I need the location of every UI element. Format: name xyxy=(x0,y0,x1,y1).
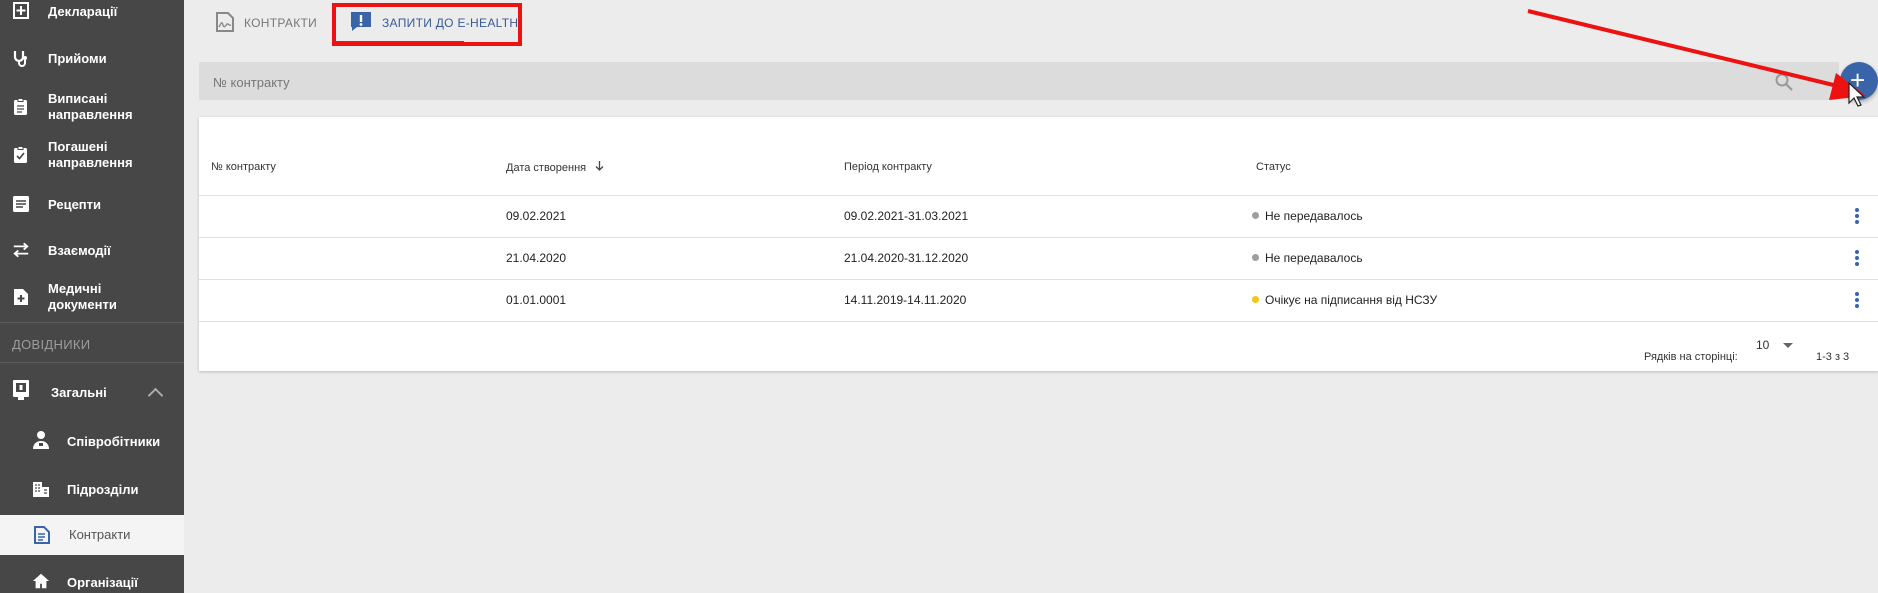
search-input[interactable] xyxy=(211,71,1715,93)
status-dot-gray xyxy=(1252,254,1259,261)
declaration-plus-icon xyxy=(12,2,30,20)
cell-contract-period: 21.04.2020-31.12.2020 xyxy=(844,251,969,265)
sidebar-item-label: Співробітники xyxy=(67,434,161,449)
cell-status: Очікує на підписання від НСЗУ xyxy=(1252,293,1437,307)
row-menu-icon[interactable] xyxy=(1855,208,1859,226)
sidebar-item-label: Рецепти xyxy=(48,197,102,212)
sidebar-item-divisions[interactable]: Підрозділи xyxy=(0,475,184,503)
rows-per-page-value: 10 xyxy=(1756,338,1770,352)
sidebar: Декларації Прийоми Виписані направлення … xyxy=(0,0,184,593)
tab-contracts[interactable]: КОНТРАКТИ xyxy=(216,8,317,38)
cell-status: Не передавалось xyxy=(1252,251,1363,265)
sidebar-item-label: Медичні документи xyxy=(48,281,117,312)
division-building-icon xyxy=(32,480,50,498)
sidebar-item-label: Підрозділи xyxy=(67,482,139,497)
contract-document-icon xyxy=(33,526,51,544)
stethoscope-icon xyxy=(12,49,30,67)
table-row[interactable]: 09.02.2021 09.02.2021-31.03.2021 Не пере… xyxy=(199,195,1878,238)
row-menu-icon[interactable] xyxy=(1855,292,1859,310)
sidebar-item-label: Загальні xyxy=(51,385,107,400)
medical-document-icon xyxy=(12,288,30,306)
sidebar-item-redeemed-referrals[interactable]: Погашені направлення xyxy=(0,136,184,174)
sidebar-item-medical-documents[interactable]: Медичні документи xyxy=(0,278,184,316)
cell-created-date: 21.04.2020 xyxy=(506,251,567,265)
dropdown-arrow-icon xyxy=(1783,342,1794,348)
contract-signature-icon xyxy=(216,11,234,35)
sidebar-item-label: Контракти xyxy=(69,527,131,542)
general-reference-icon xyxy=(12,380,30,400)
pagination-range: 1-3 з 3 xyxy=(1816,351,1850,363)
contracts-requests-table: № контракту Дата створення Період контра… xyxy=(199,117,1878,371)
status-dot-yellow xyxy=(1252,296,1259,303)
tab-label: КОНТРАКТИ xyxy=(244,16,318,30)
sidebar-section-header: ДОВІДНИКИ xyxy=(12,337,91,352)
sidebar-item-employees[interactable]: Співробітники xyxy=(0,427,184,455)
sidebar-divider xyxy=(0,322,184,323)
referral-redeemed-icon xyxy=(12,146,30,164)
sidebar-divider xyxy=(0,362,184,363)
sidebar-item-label: Виписані направлення xyxy=(48,91,133,122)
rows-per-page-select[interactable]: 10 xyxy=(1756,338,1794,352)
employee-icon xyxy=(32,431,50,449)
table-row[interactable]: 21.04.2020 21.04.2020-31.12.2020 Не пере… xyxy=(199,237,1878,280)
organization-home-icon xyxy=(32,572,50,590)
sidebar-item-interactions[interactable]: Взаємодії xyxy=(0,236,184,264)
sidebar-item-contracts[interactable]: Контракти xyxy=(0,515,184,555)
cell-created-date: 01.01.0001 xyxy=(506,293,567,307)
status-text: Не передавалось xyxy=(1265,251,1363,265)
sidebar-item-label: Прийоми xyxy=(48,51,107,66)
cell-contract-period: 09.02.2021-31.03.2021 xyxy=(844,209,969,223)
column-header-period[interactable]: Період контракту xyxy=(844,161,932,173)
sidebar-item-organizations[interactable]: Організації xyxy=(0,568,184,593)
sidebar-group-general[interactable]: Загальні xyxy=(0,378,184,408)
sidebar-item-prescriptions[interactable]: Рецепти xyxy=(0,190,184,218)
sidebar-item-label: Декларації xyxy=(48,4,118,19)
status-text: Не передавалось xyxy=(1265,209,1363,223)
sidebar-item-label: Взаємодії xyxy=(48,243,111,258)
sidebar-item-declarations[interactable]: Декларації xyxy=(0,0,184,24)
annotation-arrow xyxy=(1527,9,1866,107)
annotation-highlight-box xyxy=(332,3,522,46)
chevron-up-icon[interactable] xyxy=(147,387,164,404)
cell-created-date: 09.02.2021 xyxy=(506,209,567,223)
table-row[interactable]: 01.01.0001 14.11.2019-14.11.2020 Очікує … xyxy=(199,279,1878,322)
column-header-status[interactable]: Статус xyxy=(1256,161,1291,173)
table-footer-divider xyxy=(199,321,1878,322)
sort-arrow-down-icon xyxy=(595,161,604,174)
prescription-list-icon xyxy=(12,195,30,213)
sidebar-item-label: Погашені направлення xyxy=(48,139,133,170)
status-dot-gray xyxy=(1252,212,1259,219)
cell-contract-period: 14.11.2019-14.11.2020 xyxy=(844,293,967,307)
sidebar-item-appointments[interactable]: Прийоми xyxy=(0,44,184,72)
referral-issued-icon xyxy=(12,98,30,116)
sidebar-item-label: Організації xyxy=(67,575,138,590)
column-header-number[interactable]: № контракту xyxy=(211,161,276,173)
column-header-label: Дата створення xyxy=(506,162,587,174)
rows-per-page-label: Рядків на сторінці: xyxy=(1644,351,1738,363)
row-menu-icon[interactable] xyxy=(1855,250,1859,268)
swap-arrows-icon xyxy=(12,241,30,259)
cell-status: Не передавалось xyxy=(1252,209,1363,223)
sidebar-item-issued-referrals[interactable]: Виписані направлення xyxy=(0,88,184,126)
status-text: Очікує на підписання від НСЗУ xyxy=(1265,293,1438,307)
column-header-created-date[interactable]: Дата створення xyxy=(506,161,604,174)
